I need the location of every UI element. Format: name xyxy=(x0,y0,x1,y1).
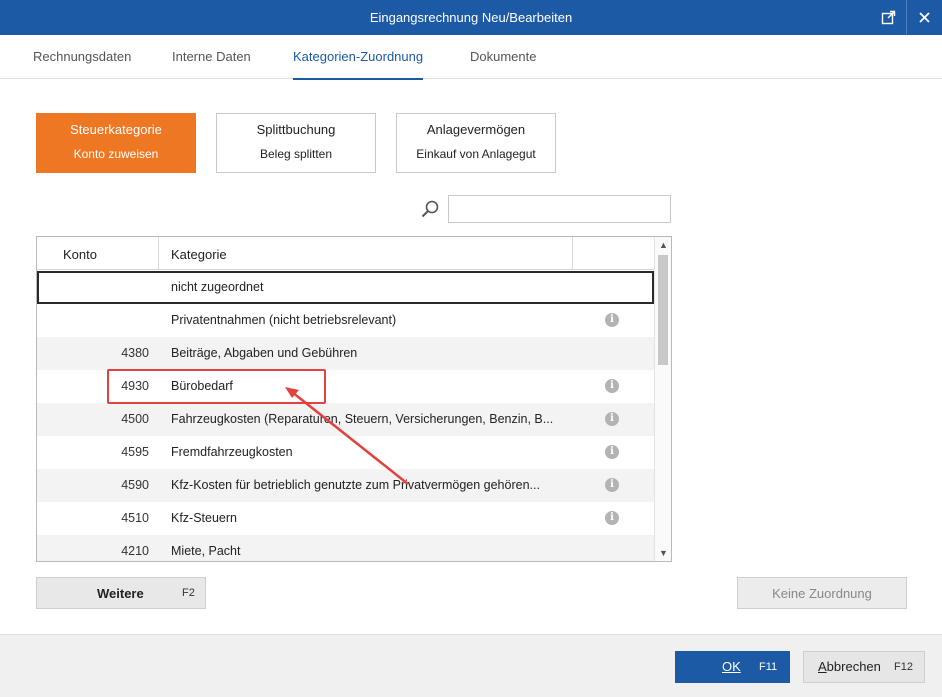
popout-button[interactable] xyxy=(871,0,906,35)
table-row[interactable]: 4380 Beiträge, Abgaben und Gebühren xyxy=(37,337,654,370)
search-icon[interactable] xyxy=(420,199,440,219)
abbrechen-mnemonic: A xyxy=(818,659,827,674)
table-row[interactable]: Privatentnahmen (nicht betriebsrelevant)… xyxy=(37,304,654,337)
abbrechen-shortcut: F12 xyxy=(894,661,913,673)
table-row[interactable]: 4210 Miete, Pacht xyxy=(37,535,654,561)
column-divider xyxy=(572,237,573,270)
konto-cell: 4210 xyxy=(121,544,149,558)
close-icon xyxy=(919,12,930,23)
window-title: Eingangsrechnung Neu/Bearbeiten xyxy=(369,10,573,25)
scroll-thumb[interactable] xyxy=(658,255,668,365)
weitere-button[interactable]: Weitere F2 xyxy=(36,577,206,609)
title-bar: Eingangsrechnung Neu/Bearbeiten xyxy=(0,0,942,35)
column-header-konto[interactable]: Konto xyxy=(63,237,97,270)
kategorie-cell: Beiträge, Abgaben und Gebühren xyxy=(171,346,358,360)
kategorie-cell: Kfz-Kosten für betrieblich genutzte zum … xyxy=(171,478,540,492)
kategorie-cell: Privatentnahmen (nicht betriebsrelevant) xyxy=(171,313,397,327)
kategorie-cell: Kfz-Steuern xyxy=(171,511,238,525)
column-header-kategorie[interactable]: Kategorie xyxy=(171,237,227,270)
weitere-shortcut: F2 xyxy=(182,587,195,599)
abbrechen-label-rest: bbrechen xyxy=(826,659,881,674)
kategorie-cell: Fremdfahrzeugkosten xyxy=(171,445,293,459)
tab-interne-daten[interactable]: Interne Daten xyxy=(172,49,251,79)
info-icon[interactable]: i xyxy=(605,445,619,459)
ok-shortcut: F11 xyxy=(759,661,778,673)
info-icon[interactable]: i xyxy=(605,313,619,327)
abbrechen-label: Abbrechen xyxy=(818,652,881,682)
anlagevermoegen-subtitle: Einkauf von Anlagegut xyxy=(416,147,536,161)
steuerkategorie-button[interactable]: Steuerkategorie Konto zuweisen xyxy=(36,113,196,173)
table-row[interactable]: 4590 Kfz-Kosten für betrieblich genutzte… xyxy=(37,469,654,502)
close-button[interactable] xyxy=(907,0,942,35)
info-icon[interactable]: i xyxy=(605,478,619,492)
grid-rows: nicht zugeordnet Privatentnahmen (nicht … xyxy=(37,271,654,561)
dialog-footer xyxy=(0,634,942,697)
abbrechen-button[interactable]: Abbrechen F12 xyxy=(803,651,925,683)
weitere-label: Weitere xyxy=(97,586,144,601)
search-input[interactable] xyxy=(448,195,671,223)
splittbuchung-button[interactable]: Splittbuchung Beleg splitten xyxy=(216,113,376,173)
konto-cell: 4595 xyxy=(121,445,149,459)
splittbuchung-title: Splittbuchung xyxy=(256,122,336,137)
tab-bar: Rechnungsdaten Interne Daten Kategorien-… xyxy=(0,35,942,80)
kategorie-cell: nicht zugeordnet xyxy=(171,280,264,294)
tab-kategorien-zuordnung[interactable]: Kategorien-Zuordnung xyxy=(293,49,424,80)
anlagevermoegen-button[interactable]: Anlagevermögen Einkauf von Anlagegut xyxy=(396,113,556,173)
steuerkategorie-subtitle: Konto zuweisen xyxy=(73,147,159,161)
kategorie-cell: Fahrzeugkosten (Reparaturen, Steuern, Ve… xyxy=(171,412,554,426)
info-icon[interactable]: i xyxy=(605,412,619,426)
grid-header: Konto Kategorie xyxy=(37,237,654,270)
scroll-down-icon[interactable]: ▼ xyxy=(655,545,671,561)
info-icon[interactable]: i xyxy=(605,511,619,525)
anlagevermoegen-title: Anlagevermögen xyxy=(426,122,526,137)
vertical-scrollbar[interactable]: ▲ ▼ xyxy=(654,237,671,561)
splittbuchung-subtitle: Beleg splitten xyxy=(259,147,333,161)
external-link-icon xyxy=(881,10,896,25)
konto-cell: 4380 xyxy=(121,346,149,360)
kategorie-cell: Miete, Pacht xyxy=(171,544,241,558)
scroll-up-icon[interactable]: ▲ xyxy=(655,237,671,253)
steuerkategorie-title: Steuerkategorie xyxy=(70,122,162,137)
table-row[interactable]: 4510 Kfz-Steuern i xyxy=(37,502,654,535)
table-row[interactable]: 4595 Fremdfahrzeugkosten i xyxy=(37,436,654,469)
tab-rechnungsdaten[interactable]: Rechnungsdaten xyxy=(33,49,131,79)
table-row[interactable]: nicht zugeordnet xyxy=(37,271,654,304)
konto-cell: 4590 xyxy=(121,478,149,492)
konto-cell: 4510 xyxy=(121,511,149,525)
ok-button[interactable]: OK F11 xyxy=(675,651,790,683)
annotation-highlight-box xyxy=(107,369,326,404)
keine-zuordnung-button[interactable]: Keine Zuordnung xyxy=(737,577,907,609)
column-divider xyxy=(158,237,159,270)
konto-cell: 4500 xyxy=(121,412,149,426)
tab-dokumente[interactable]: Dokumente xyxy=(470,49,536,79)
ok-label: OK xyxy=(722,659,741,674)
info-icon[interactable]: i xyxy=(605,379,619,393)
table-row[interactable]: 4500 Fahrzeugkosten (Reparaturen, Steuer… xyxy=(37,403,654,436)
